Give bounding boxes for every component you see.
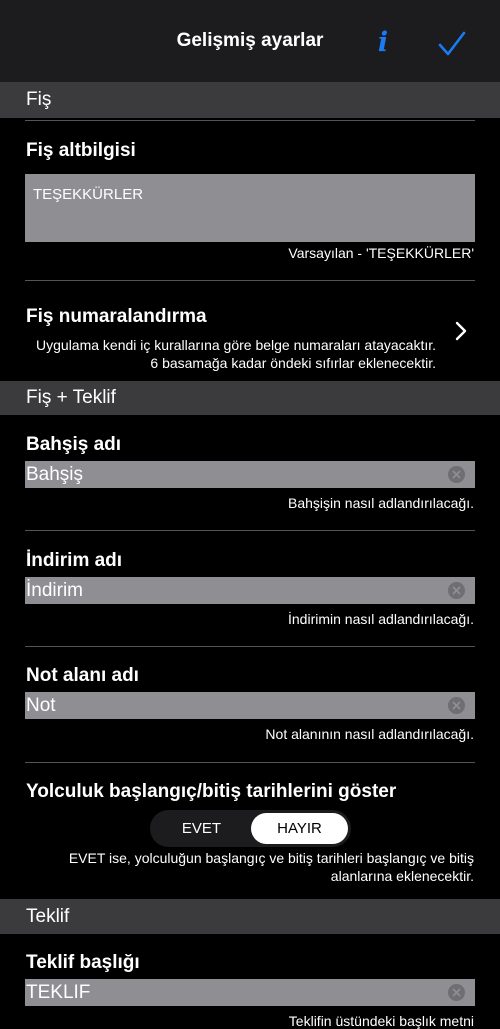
- quote-title-input[interactable]: TEKLIF: [25, 979, 475, 1006]
- note-field-name-input[interactable]: Not: [25, 692, 475, 719]
- divider: [25, 646, 475, 647]
- tip-name-title: Bahşiş adı: [26, 434, 122, 455]
- quote-title-hint: Teklifin üstündeki başlık metni: [288, 1013, 474, 1029]
- trip-dates-title: Yolculuk başlangıç/bitiş tarihlerini gös…: [26, 781, 397, 802]
- option-no-segment[interactable]: HAYIR: [251, 813, 348, 844]
- clear-icon[interactable]: [448, 984, 465, 1001]
- chevron-right-icon: [455, 321, 467, 341]
- navigation-bar: Gelişmiş ayarlar i: [0, 0, 500, 82]
- discount-name-value: İndirim: [26, 580, 84, 601]
- divider: [25, 120, 475, 121]
- clear-icon[interactable]: [448, 697, 465, 714]
- checkmark-icon[interactable]: [436, 30, 468, 58]
- discount-name-input[interactable]: İndirim: [25, 577, 475, 604]
- tip-name-value: Bahşiş: [26, 464, 84, 485]
- info-icon[interactable]: i: [372, 26, 394, 60]
- divider: [25, 530, 475, 531]
- trip-dates-description: EVET ise, yolculuğun başlangıç ve bitiş …: [68, 850, 474, 884]
- clear-icon[interactable]: [448, 582, 465, 599]
- section-header-fis: Fiş: [0, 82, 500, 118]
- note-field-name-value: Not: [26, 695, 56, 716]
- clear-icon[interactable]: [448, 466, 465, 483]
- page-title: Gelişmiş ayarlar: [176, 30, 324, 51]
- trip-dates-toggle[interactable]: EVET HAYIR: [150, 810, 351, 847]
- receipt-numbering-description: Uygulama kendi iç kurallarına göre belge…: [36, 337, 436, 371]
- discount-name-hint: İndirimin nasıl adlandırılacağı.: [288, 611, 474, 627]
- quote-title-title: Teklif başlığı: [26, 952, 140, 973]
- discount-name-title: İndirim adı: [26, 550, 123, 571]
- receipt-footer-input[interactable]: TEŞEKKÜRLER: [25, 174, 475, 242]
- receipt-footer-hint: Varsayılan - 'TEŞEKKÜRLER': [288, 245, 474, 261]
- note-field-name-title: Not alanı adı: [26, 665, 139, 686]
- divider: [25, 280, 475, 281]
- tip-name-hint: Bahşişin nasıl adlandırılacağı.: [288, 495, 474, 511]
- note-field-name-hint: Not alanının nasıl adlandırılacağı.: [265, 726, 474, 742]
- receipt-numbering-title: Fiş numaralandırma: [26, 306, 207, 327]
- quote-title-value: TEKLIF: [26, 982, 91, 1003]
- option-yes-segment[interactable]: EVET: [153, 813, 250, 844]
- section-header-teklif: Teklif: [0, 899, 500, 934]
- receipt-footer-title: Fiş altbilgisi: [26, 140, 136, 161]
- divider: [25, 762, 475, 763]
- tip-name-input[interactable]: Bahşiş: [25, 461, 475, 488]
- section-header-fis-teklif: Fiş + Teklif: [0, 381, 500, 415]
